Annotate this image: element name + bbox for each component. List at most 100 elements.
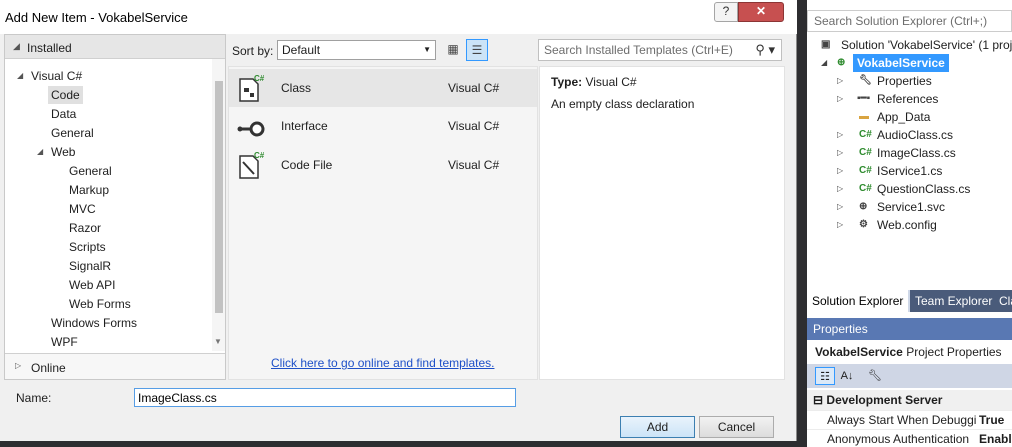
template-name: Class bbox=[281, 81, 312, 95]
solution-explorer-search-placeholder: Search Solution Explorer (Ctrl+;) bbox=[814, 14, 988, 28]
tree-item-web-forms[interactable]: Web Forms bbox=[69, 295, 131, 313]
installed-header[interactable]: ◢ Installed bbox=[5, 35, 225, 59]
add-button[interactable]: Add bbox=[620, 416, 695, 438]
tree-item-markup[interactable]: Markup bbox=[69, 181, 109, 199]
type-line: Type: Visual C# bbox=[551, 75, 637, 89]
node-questionclass[interactable]: QuestionClass.cs bbox=[877, 180, 970, 198]
property-category[interactable]: ⊟ Development Server bbox=[807, 390, 1012, 410]
folder-icon: ▬ bbox=[859, 111, 869, 122]
property-key: Anonymous Authentication bbox=[827, 432, 970, 446]
globe-icon: ⊕ bbox=[859, 201, 868, 212]
tab-class-view[interactable]: Cla bbox=[994, 290, 1012, 312]
template-list: C# Class Visual C# Interface Visual C# C… bbox=[228, 66, 538, 380]
dialog-title: Add New Item - VokabelService bbox=[5, 10, 188, 25]
properties-object[interactable]: VokabelService Project Properties bbox=[815, 345, 1002, 359]
sort-by-value: Default bbox=[282, 43, 321, 57]
tree-item-visual-csharp[interactable]: Visual C# bbox=[31, 67, 82, 85]
expand-arrow-icon[interactable]: ▷ bbox=[837, 180, 843, 198]
web-project-icon: ⊕ bbox=[837, 57, 846, 68]
references-icon: ▪━▪ bbox=[857, 93, 871, 104]
tree-scrollbar[interactable]: ▼ bbox=[212, 59, 225, 351]
property-key: Always Start When Debuggi bbox=[827, 413, 977, 427]
collapse-icon[interactable]: ⊟ bbox=[813, 393, 823, 407]
expand-arrow-icon[interactable]: ▷ bbox=[837, 126, 843, 144]
type-value: Visual C# bbox=[585, 75, 637, 89]
tree-item-scripts[interactable]: Scripts bbox=[69, 238, 106, 256]
node-service1-svc[interactable]: Service1.svc bbox=[877, 198, 945, 216]
solution-explorer-search-input[interactable]: Search Solution Explorer (Ctrl+;) bbox=[807, 10, 1012, 32]
expand-arrow-icon[interactable]: ◢ bbox=[37, 143, 43, 161]
svg-text:C#: C# bbox=[254, 74, 265, 83]
expand-arrow-icon[interactable]: ◢ bbox=[17, 67, 23, 85]
expand-arrow-icon[interactable]: ▷ bbox=[837, 198, 843, 216]
template-search-input[interactable]: Search Installed Templates (Ctrl+E) ⚲ ▾ bbox=[538, 39, 782, 61]
node-web-config[interactable]: Web.config bbox=[877, 216, 937, 234]
list-view-button[interactable]: ☰ bbox=[466, 39, 488, 61]
search-icon[interactable]: ⚲ ▾ bbox=[755, 42, 775, 58]
categorized-button[interactable]: ☷ bbox=[815, 367, 835, 385]
node-references[interactable]: References bbox=[877, 90, 938, 108]
template-item-code-file[interactable]: C# Code File Visual C# bbox=[229, 146, 537, 184]
tree-item-code[interactable]: Code bbox=[48, 86, 83, 104]
csharp-file-icon: C# bbox=[859, 165, 872, 176]
template-name: Interface bbox=[281, 119, 328, 133]
online-label: Online bbox=[31, 361, 66, 375]
online-header[interactable]: ▷ Online bbox=[5, 353, 225, 379]
small-icons-view-button[interactable]: ▦ bbox=[442, 39, 464, 61]
cancel-button[interactable]: Cancel bbox=[699, 416, 774, 438]
tree-item-windows-forms[interactable]: Windows Forms bbox=[51, 314, 137, 332]
template-item-class[interactable]: C# Class Visual C# bbox=[229, 69, 537, 107]
node-audioclass[interactable]: AudioClass.cs bbox=[877, 126, 953, 144]
expand-arrow-icon[interactable]: ▷ bbox=[837, 72, 843, 90]
node-app-data[interactable]: App_Data bbox=[877, 108, 930, 126]
scrollbar-thumb[interactable] bbox=[215, 81, 223, 313]
tree-item-razor[interactable]: Razor bbox=[69, 219, 101, 237]
tab-team-explorer[interactable]: Team Explorer bbox=[910, 290, 998, 312]
property-pages-button[interactable]: 🔧︎ bbox=[865, 367, 885, 385]
properties-object-type: Project Properties bbox=[906, 345, 1002, 359]
expand-arrow-icon[interactable]: ▷ bbox=[837, 162, 843, 180]
name-field[interactable] bbox=[134, 388, 516, 407]
project-node-vokabelservice[interactable]: VokabelService bbox=[853, 54, 949, 72]
tree-item-web-general[interactable]: General bbox=[69, 162, 112, 180]
tree-item-mvc[interactable]: MVC bbox=[69, 200, 96, 218]
scroll-down-icon[interactable]: ▼ bbox=[214, 337, 222, 346]
grid-view-icon: ▦ bbox=[447, 42, 459, 56]
expand-arrow-icon[interactable]: ▷ bbox=[837, 90, 843, 108]
collapse-arrow-icon[interactable]: ◢ bbox=[821, 54, 827, 72]
close-button[interactable]: ✕ bbox=[738, 2, 784, 22]
expand-arrow-icon[interactable]: ▷ bbox=[837, 216, 843, 234]
tree-item-web[interactable]: Web bbox=[51, 143, 75, 161]
node-imageclass[interactable]: ImageClass.cs bbox=[877, 144, 956, 162]
sort-by-select[interactable]: Default ▼ bbox=[277, 40, 436, 60]
tree-item-web-api[interactable]: Web API bbox=[69, 276, 115, 294]
installed-label: Installed bbox=[27, 41, 72, 55]
property-value: True bbox=[979, 413, 1005, 427]
class-icon: C# bbox=[239, 74, 265, 102]
tree-item-data[interactable]: Data bbox=[51, 105, 76, 123]
properties-object-name: VokabelService bbox=[815, 345, 903, 359]
property-row[interactable]: Always Start When Debuggi True bbox=[807, 410, 1012, 428]
find-templates-online-link[interactable]: Click here to go online and find templat… bbox=[271, 356, 494, 370]
csharp-file-icon: C# bbox=[859, 129, 872, 140]
expand-arrow-icon[interactable]: ▷ bbox=[837, 144, 843, 162]
solution-node[interactable]: Solution 'VokabelService' (1 proj bbox=[841, 36, 1012, 54]
dialog-titlebar: Add New Item - VokabelService ? ✕ bbox=[0, 0, 797, 34]
properties-toolbar: ☷ A↓ 🔧︎ bbox=[807, 364, 1012, 388]
node-properties[interactable]: Properties bbox=[877, 72, 932, 90]
help-button[interactable]: ? bbox=[714, 2, 738, 22]
tab-solution-explorer[interactable]: Solution Explorer bbox=[807, 290, 909, 312]
svg-text:C#: C# bbox=[254, 151, 265, 160]
tree-item-wpf[interactable]: WPF bbox=[51, 333, 78, 351]
tree-item-signalr[interactable]: SignalR bbox=[69, 257, 111, 275]
solution-icon: ▣ bbox=[821, 39, 831, 50]
template-item-interface[interactable]: Interface Visual C# bbox=[229, 107, 537, 145]
collapse-arrow-icon: ◢ bbox=[13, 41, 20, 51]
categorized-icon: ☷ bbox=[820, 371, 830, 383]
node-iservice1[interactable]: IService1.cs bbox=[877, 162, 942, 180]
alphabetical-button[interactable]: A↓ bbox=[837, 367, 857, 385]
property-row[interactable]: Anonymous Authentication Enable bbox=[807, 429, 1012, 447]
tree-item-general[interactable]: General bbox=[51, 124, 94, 142]
type-label: Type: bbox=[551, 75, 583, 89]
name-label: Name: bbox=[16, 391, 52, 405]
